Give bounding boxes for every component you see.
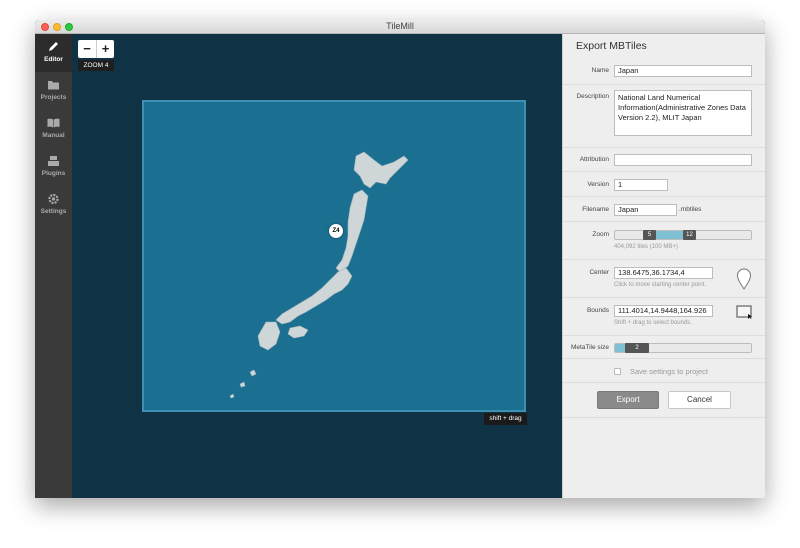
zoom-control: − + — [78, 40, 114, 58]
filename-suffix: .mbtiles — [679, 206, 702, 213]
sidebar: Editor Projects Manual Plugins Settings — [35, 34, 72, 498]
zoom-range-slider[interactable]: 5 12 — [614, 230, 752, 240]
sidebar-item-label: Settings — [40, 208, 67, 215]
center-label: Center — [589, 269, 609, 276]
zoom-label: Zoom — [592, 231, 609, 238]
export-button[interactable]: Export — [597, 391, 659, 409]
zoom-out-button[interactable]: − — [78, 40, 96, 58]
metatile-handle[interactable]: 2 — [625, 343, 649, 353]
japan-landmass — [229, 151, 409, 399]
sidebar-item-projects[interactable]: Projects — [35, 72, 72, 110]
sidebar-item-label: Editor — [44, 56, 63, 63]
zoom-in-button[interactable]: + — [96, 40, 114, 58]
map-pin-icon[interactable] — [736, 268, 752, 290]
save-settings-label: Save settings to project — [630, 367, 708, 376]
shift-drag-hint: shift + drag — [484, 413, 527, 425]
filename-label: Filename — [582, 206, 609, 213]
filename-row: Filename Japan .mbtiles — [563, 197, 765, 222]
metatile-row: MetaTile size 2 — [563, 336, 765, 359]
bounding-box-icon[interactable] — [736, 305, 752, 319]
export-panel: Export MBTiles Name Japan Description Na… — [562, 34, 765, 498]
description-label: Description — [576, 93, 609, 100]
map-view[interactable]: − + ZOOM 4 Z4 shift + drag — [72, 34, 562, 498]
zoom-min-handle[interactable]: 5 — [643, 230, 656, 240]
pencil-icon — [49, 42, 58, 51]
sidebar-item-settings[interactable]: Settings — [35, 186, 72, 224]
sidebar-item-editor[interactable]: Editor — [35, 34, 72, 72]
bounds-label: Bounds — [586, 307, 609, 314]
version-label: Version — [587, 181, 609, 188]
attribution-input[interactable] — [614, 154, 752, 166]
actions-row: Export Cancel — [563, 383, 765, 418]
zoom-max-handle[interactable]: 12 — [683, 230, 696, 240]
app-window: TileMill Editor Projects Manual Plugins … — [35, 20, 765, 498]
description-row: Description National Land Numerical Info… — [563, 85, 765, 148]
metatile-slider[interactable]: 2 — [614, 343, 752, 353]
version-row: Version 1 — [563, 172, 765, 197]
description-input[interactable]: National Land Numerical Information(Admi… — [614, 90, 752, 136]
name-label: Name — [591, 67, 609, 74]
title-bar: TileMill — [35, 20, 765, 34]
name-row: Name Japan — [563, 60, 765, 85]
bounds-hint: Shift + drag to select bounds. — [614, 320, 692, 326]
bounds-input[interactable]: 111.4014,14.9448,164.926 — [614, 305, 713, 317]
metatile-label: MetaTile size — [570, 344, 609, 351]
plugin-icon — [48, 156, 59, 166]
zoom-row: Zoom 5 12 404,092 tiles (100 MB+) — [563, 222, 765, 260]
sidebar-item-label: Projects — [40, 94, 67, 101]
center-marker[interactable]: Z4 — [329, 224, 343, 238]
save-settings-checkbox[interactable] — [614, 368, 621, 375]
sidebar-item-manual[interactable]: Manual — [35, 110, 72, 148]
center-input[interactable]: 138.6475,36.1734,4 — [614, 267, 713, 279]
save-settings-row: Save settings to project — [563, 359, 765, 383]
window-title: TileMill — [386, 21, 414, 31]
attribution-label: Attribution — [579, 156, 609, 163]
gear-icon — [48, 193, 59, 205]
attribution-row: Attribution — [563, 148, 765, 172]
cancel-button[interactable]: Cancel — [668, 391, 731, 409]
sidebar-item-label: Plugins — [41, 170, 66, 177]
version-input[interactable]: 1 — [614, 179, 668, 191]
sidebar-item-plugins[interactable]: Plugins — [35, 148, 72, 186]
bounds-row: Bounds 111.4014,14.9448,164.926 Shift + … — [563, 298, 765, 336]
zoom-level-indicator: ZOOM 4 — [78, 60, 114, 71]
panel-title: Export MBTiles — [576, 40, 647, 52]
filename-input[interactable]: Japan — [614, 204, 677, 216]
sidebar-item-label: Manual — [42, 132, 65, 139]
center-row: Center 138.6475,36.1734,4 Click to move … — [563, 260, 765, 298]
name-input[interactable]: Japan — [614, 65, 752, 77]
zoom-tile-count: 404,092 tiles (100 MB+) — [614, 244, 678, 250]
center-hint: Click to move starting center point. — [614, 282, 707, 288]
book-icon — [47, 118, 60, 128]
folder-icon — [48, 81, 59, 90]
metatile-fill — [615, 344, 625, 352]
